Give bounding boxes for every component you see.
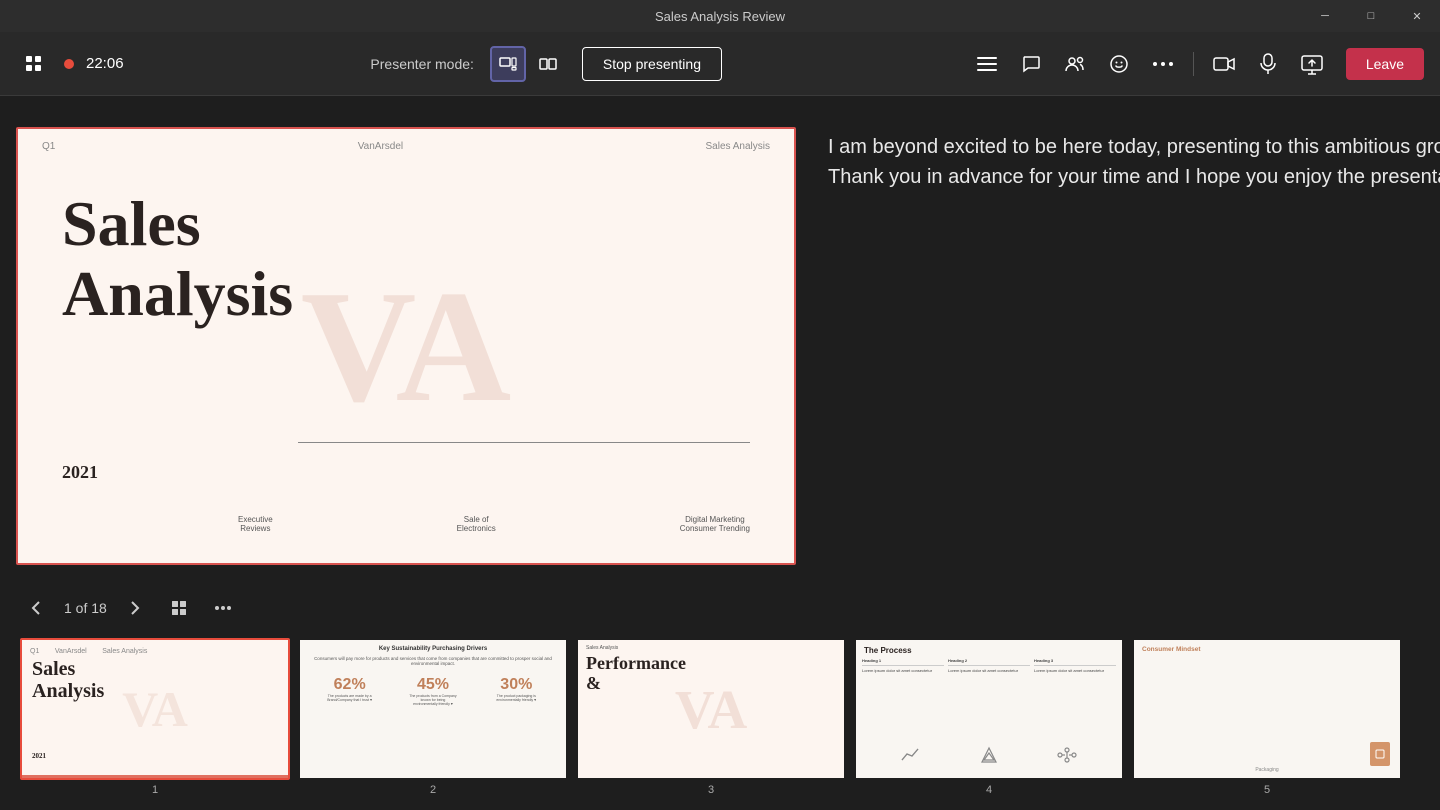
reactions-icon[interactable] [1101,46,1137,82]
toolbar-center: Presenter mode: Stop presenting [124,46,969,82]
share-screen-icon[interactable] [1294,46,1330,82]
presenter-mode-label: Presenter mode: [370,56,474,72]
titlebar: Sales Analysis Review ─ □ ✕ [0,0,1440,32]
slide-area: Q1 VanArsdel Sales Analysis VA Sales Ana… [0,96,1440,810]
chat-icon[interactable] [1013,46,1049,82]
thumbnail-wrapper-4: The Process Heading 1 Lorem ipsum dolor … [854,638,1124,796]
thumbnail-3[interactable]: VA Sales Analysis Performance& [576,638,846,780]
presenter-mode-icons [490,46,566,82]
thumbnail-wrapper-1: VA Q1 VanArsdel Sales Analysis SalesAnal… [20,638,290,796]
thumb4-content: The Process Heading 1 Lorem ipsum dolor … [856,640,1122,778]
slide-title-line2: Analysis [62,259,293,329]
recording-indicator [64,59,74,69]
timer-display: 22:06 [86,55,124,72]
previous-slide-button[interactable] [20,592,52,624]
slide-viewer: Q1 VanArsdel Sales Analysis VA Sales Ana… [16,108,796,584]
leave-button[interactable]: Leave [1346,48,1424,80]
thumbnail-5[interactable]: Consumer Mindset Packaging [1132,638,1402,780]
more-options-icon[interactable] [1145,46,1181,82]
minimize-button[interactable]: ─ [1302,0,1348,32]
slide-content: Q1 VanArsdel Sales Analysis VA Sales Ana… [18,129,794,563]
window-title: Sales Analysis Review [655,9,785,24]
thumbnails-strip: VA Q1 VanArsdel Sales Analysis SalesAnal… [16,632,1440,802]
slide-brand: VanArsdel [358,141,403,152]
slide-frame: Q1 VanArsdel Sales Analysis VA Sales Ana… [16,127,796,565]
thumb5-content: Consumer Mindset Packaging [1134,640,1400,778]
slide-count: 1 of 18 [64,600,107,616]
footer-item-2: Sale of Electronics [457,515,496,533]
slide-divider [298,442,750,443]
hamburger-menu-icon[interactable] [969,46,1005,82]
thumb-num-5: 5 [1264,784,1270,796]
toolbar-left: 22:06 [16,46,124,82]
slide-grid-view-button[interactable] [163,592,195,624]
slide-q-label: Q1 [42,141,55,152]
thumbnail-4[interactable]: The Process Heading 1 Lorem ipsum dolor … [854,638,1124,780]
toolbar: 22:06 Presenter mode: Stop presenting [0,32,1440,96]
toolbar-divider [1193,52,1194,76]
thumb-num-2: 2 [430,784,436,796]
slide-year: 2021 [62,462,98,483]
window-controls: ─ □ ✕ [1302,0,1440,32]
slide-notes-container: Q1 VanArsdel Sales Analysis VA Sales Ana… [16,108,1440,584]
slide-section: Sales Analysis [706,141,770,152]
thumbnail-2[interactable]: Key Sustainability Purchasing Drivers Co… [298,638,568,780]
grid-view-icon[interactable] [16,46,52,82]
thumb2-content: Key Sustainability Purchasing Drivers Co… [300,640,566,778]
thumb-num-1: 1 [152,784,158,796]
camera-icon[interactable] [1206,46,1242,82]
slide-title-line1: Sales [62,189,293,259]
slide-header: Q1 VanArsdel Sales Analysis [18,129,794,152]
slide-footer: Executive Reviews Sale of Electronics Di… [238,515,750,533]
thumbnail-wrapper-2: Key Sustainability Purchasing Drivers Co… [298,638,568,796]
slide-more-options-button[interactable] [207,592,239,624]
microphone-icon[interactable] [1250,46,1286,82]
thumbnail-1[interactable]: VA Q1 VanArsdel Sales Analysis SalesAnal… [20,638,290,780]
toolbar-right: Leave [969,46,1424,82]
presenter-view-button[interactable] [490,46,526,82]
presenter-notes: I am beyond excited to be here today, pr… [828,132,1440,192]
stop-presenting-button[interactable]: Stop presenting [582,47,722,81]
slide-main-title: Sales Analysis [62,189,293,330]
footer-item-1: Executive Reviews [238,515,273,533]
close-button[interactable]: ✕ [1394,0,1440,32]
main-content: Q1 VanArsdel Sales Analysis VA Sales Ana… [0,96,1440,810]
thumb1-content: VA Q1 VanArsdel Sales Analysis SalesAnal… [22,640,288,778]
thumb3-content: VA Sales Analysis Performance& [578,640,844,778]
thumbnail-wrapper-3: VA Sales Analysis Performance& 3 [576,638,846,796]
watermark-text: VA [301,266,511,426]
maximize-button[interactable]: □ [1348,0,1394,32]
side-by-side-button[interactable] [530,46,566,82]
footer-item-3: Digital Marketing Consumer Trending [680,515,750,533]
thumb-num-4: 4 [986,784,992,796]
next-slide-button[interactable] [119,592,151,624]
slide-navigation: 1 of 18 [16,584,1440,632]
participants-icon[interactable] [1057,46,1093,82]
notes-area: I am beyond excited to be here today, pr… [796,108,1440,584]
thumb-num-3: 3 [708,784,714,796]
thumbnail-wrapper-5: Consumer Mindset Packaging 5 [1132,638,1402,796]
